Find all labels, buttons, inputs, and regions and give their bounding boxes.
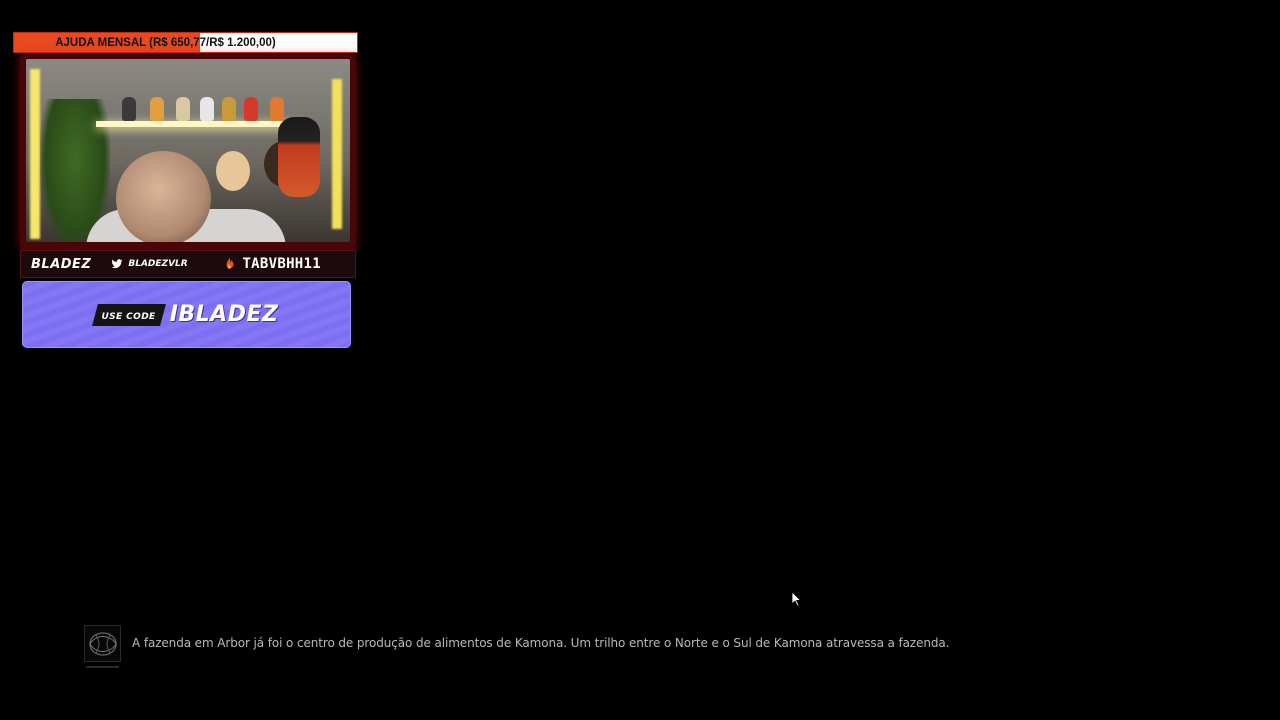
- lore-text: A fazenda em Arbor já foi o centro de pr…: [132, 636, 950, 650]
- collectible-figure: [176, 97, 190, 121]
- streamer-head: [116, 151, 211, 242]
- codex-icon: [84, 625, 121, 662]
- creator-code-banner: USE CODE IBLADEZ: [22, 281, 351, 348]
- twitter-handle: BLADEZVLR: [111, 258, 188, 270]
- twitter-icon: [111, 259, 123, 269]
- led-strip-left: [30, 69, 40, 239]
- collectible-figure: [270, 97, 284, 121]
- donation-goal-bar: AJUDA MENSAL (R$ 650,77/R$ 1.200,00): [13, 32, 358, 53]
- codex-underline: [86, 666, 119, 668]
- webcam-feed: [26, 59, 350, 242]
- fire-icon: [226, 257, 234, 269]
- mouse-cursor-icon: [792, 592, 802, 607]
- brand-logo: BLADEZ: [31, 256, 92, 272]
- collectible-figure: [150, 97, 164, 121]
- plush-toy: [216, 151, 250, 191]
- led-strip-right: [332, 79, 342, 229]
- collectible-figure: [122, 97, 136, 121]
- social-strip: BLADEZ BLADEZVLR TABVBHH11: [20, 250, 356, 278]
- microphone: [278, 117, 320, 197]
- fire-tag-label: TABVBHH11: [242, 256, 321, 272]
- collectible-figure: [200, 97, 214, 121]
- collectible-figure: [222, 97, 236, 121]
- use-code-pill: USE CODE: [91, 303, 166, 326]
- webcam-frame: [20, 55, 356, 250]
- fire-tag: TABVBHH11: [223, 256, 321, 272]
- game-screen: AJUDA MENSAL (R$ 650,77/R$ 1.200,00) BLA…: [0, 0, 1280, 720]
- shelf: [96, 121, 296, 127]
- donation-goal-label: AJUDA MENSAL (R$ 650,77/R$ 1.200,00): [55, 36, 276, 49]
- collectible-figure: [244, 97, 258, 121]
- creator-code: IBLADEZ: [169, 302, 279, 327]
- use-code-label: USE CODE: [101, 311, 156, 322]
- twitter-handle-label: BLADEZVLR: [128, 259, 188, 269]
